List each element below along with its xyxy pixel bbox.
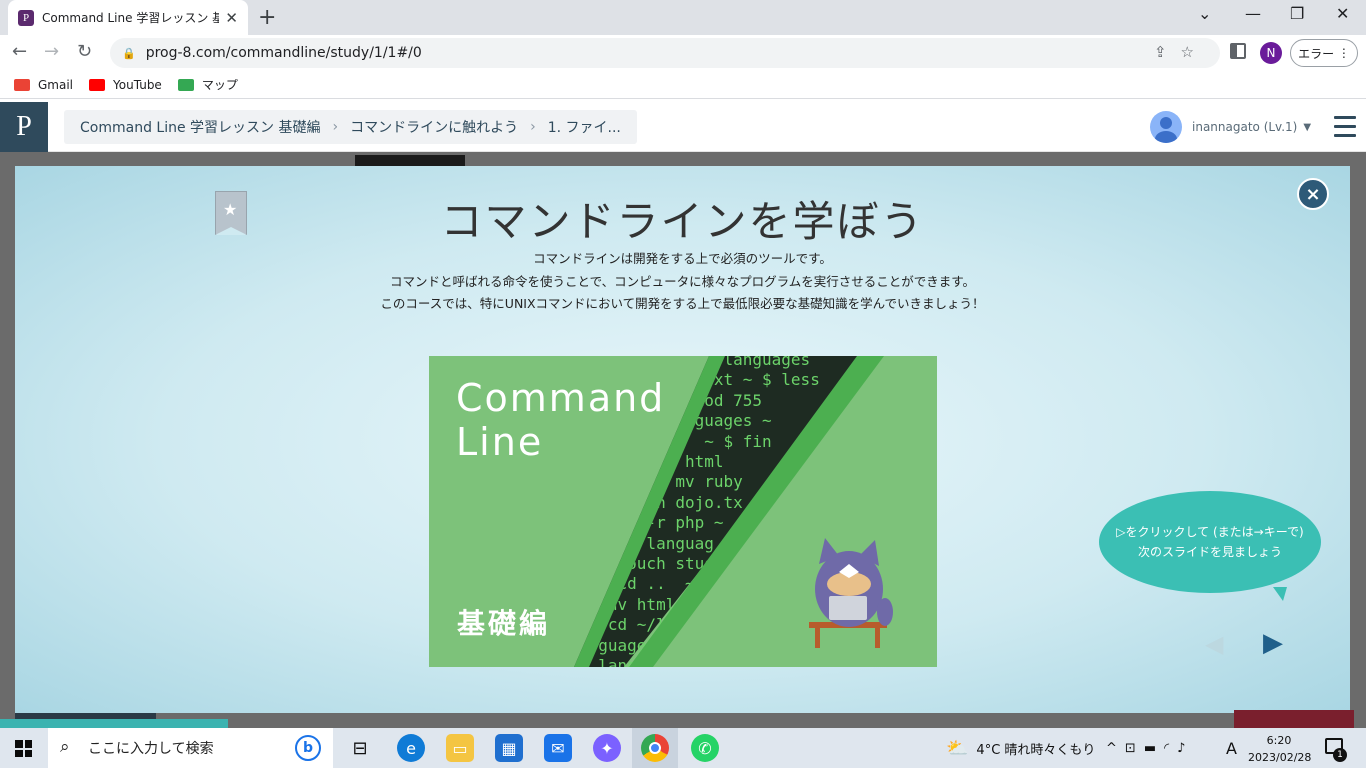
- browser-tab[interactable]: P Command Line 学習レッスン 基礎 ✕: [8, 0, 248, 35]
- slide-description: コマンドラインは開発をする上で必須のツールです。 コマンドと呼ばれる命令を使うこ…: [15, 248, 1350, 316]
- cover-title: Command Line: [456, 376, 665, 464]
- user-menu[interactable]: inannagato (Lv.1) ▼: [1150, 111, 1311, 143]
- lock-icon[interactable]: 🔒: [122, 47, 136, 60]
- progate-logo[interactable]: P: [0, 102, 48, 152]
- whatsapp-icon[interactable]: ✆: [691, 734, 719, 762]
- bookmark-label: マップ: [201, 78, 238, 92]
- bookmark-label: YouTube: [113, 77, 162, 92]
- copilot-icon[interactable]: ✦: [593, 734, 621, 762]
- hint-line: 次のスライドを見ましょう: [1137, 545, 1282, 559]
- cover-title-line: Command: [456, 376, 666, 420]
- browser-tab-strip: P Command Line 学習レッスン 基礎 ✕ + ⌄ — ❐ ✕: [0, 0, 1366, 35]
- breadcrumb-chapter[interactable]: コマンドラインに触れよう: [350, 117, 518, 137]
- bookmark-youtube[interactable]: YouTube: [89, 78, 162, 92]
- edge-icon[interactable]: e: [397, 734, 425, 762]
- slide-title: コマンドラインを学ぼう: [440, 197, 925, 246]
- profile-avatar[interactable]: N: [1260, 42, 1282, 64]
- battery-icon[interactable]: ▬: [1144, 741, 1164, 756]
- bookmarks-bar: Gmail YouTube マップ: [0, 71, 1366, 99]
- windows-start-icon[interactable]: [15, 740, 32, 757]
- minimize-button[interactable]: —: [1245, 4, 1261, 23]
- wifi-icon[interactable]: ◜: [1164, 741, 1177, 756]
- breadcrumb: Command Line 学習レッスン 基礎編 › コマンドラインに触れよう ›…: [64, 110, 637, 144]
- file-explorer-icon[interactable]: ▭: [446, 734, 474, 762]
- desc-line: コマンドと呼ばれる命令を使うことで、コンピュータに様々なプログラムを実行させるこ…: [389, 273, 975, 289]
- mail-icon[interactable]: ✉: [544, 734, 572, 762]
- lesson-progress-bar: [0, 719, 228, 728]
- weather-text: 4°C 晴れ時々くもり: [976, 742, 1096, 758]
- close-window-button[interactable]: ✕: [1336, 4, 1349, 23]
- prev-slide-button[interactable]: ◀: [1205, 630, 1223, 658]
- background-action-button: [1234, 710, 1354, 728]
- task-view-icon[interactable]: ⊟: [346, 734, 374, 762]
- caret-down-icon: ▼: [1303, 121, 1312, 133]
- windows-taskbar: ⌕ ここに入力して検索 b ⊟ e ▭ ▦ ✉ ✦ ✆ ⛅ 4°C 晴れ時々くも…: [0, 728, 1366, 768]
- desc-line: コマンドラインは開発をする上で必須のツールです。: [533, 251, 832, 266]
- ime-indicator[interactable]: A: [1226, 728, 1237, 768]
- cover-subtitle: 基礎編: [457, 607, 551, 640]
- clock-date: 2023/02/28: [1248, 751, 1312, 764]
- back-button[interactable]: ←: [12, 41, 27, 62]
- bookmark-gmail[interactable]: Gmail: [14, 78, 73, 92]
- address-bar[interactable]: 🔒 prog-8.com/commandline/study/1/1#/0 ⇪☆: [110, 38, 1220, 68]
- reload-button[interactable]: ↻: [77, 41, 92, 62]
- chevron-up-icon[interactable]: ^: [1106, 741, 1125, 756]
- gmail-icon: [14, 78, 30, 91]
- meet-now-icon[interactable]: ⊡: [1125, 741, 1144, 756]
- volume-icon[interactable]: ♪: [1177, 741, 1193, 756]
- intro-slide-modal: ★ コマンドラインを学ぼう コマンドラインは開発をする上で必須のツールです。 コ…: [15, 166, 1350, 713]
- hint-line: ▷をクリックして (または→キーで): [1116, 525, 1304, 539]
- bookmark-maps[interactable]: マップ: [177, 76, 238, 93]
- tab-title: Command Line 学習レッスン 基礎: [42, 11, 220, 25]
- breadcrumb-course[interactable]: Command Line 学習レッスン 基礎編: [80, 117, 320, 137]
- weather-widget[interactable]: ⛅ 4°C 晴れ時々くもり: [946, 728, 1095, 768]
- search-placeholder: ここに入力して検索: [88, 741, 214, 757]
- bing-icon[interactable]: b: [295, 735, 321, 761]
- system-tray-icons[interactable]: ^ ⊡ ▬ ◜ ♪: [1106, 728, 1193, 768]
- close-modal-button[interactable]: ×: [1297, 178, 1329, 210]
- user-avatar: [1150, 111, 1182, 143]
- desc-line: このコースでは、特にUNIXコマンドにおいて開発をする上で最低限必要な基礎知識を…: [380, 296, 985, 311]
- course-cover-image: $ cd languages study.txt ~ $ less ~ $ ch…: [429, 356, 937, 667]
- url-text: prog-8.com/commandline/study/1/1#/0: [145, 45, 422, 61]
- hint-speech-bubble: ▷をクリックして (または→キーで) 次のスライドを見ましょう: [1099, 491, 1321, 601]
- maps-icon: [177, 78, 194, 91]
- progate-favicon-icon: P: [18, 9, 34, 26]
- new-tab-button[interactable]: +: [258, 5, 276, 30]
- youtube-icon: [89, 78, 106, 91]
- side-panel-icon[interactable]: [1230, 43, 1246, 59]
- user-name: inannagato (Lv.1): [1192, 120, 1298, 134]
- breadcrumb-lesson[interactable]: 1. ファイ...: [548, 117, 621, 137]
- cover-title-line: Line: [456, 420, 544, 464]
- share-bookmark-icons[interactable]: ⇪☆: [1154, 43, 1208, 61]
- taskbar-clock[interactable]: 6:20 2023/02/28: [1248, 732, 1312, 766]
- browser-toolbar: ← → ↻ 🔒 prog-8.com/commandline/study/1/1…: [0, 35, 1366, 71]
- site-header: P Command Line 学習レッスン 基礎編 › コマンドラインに触れよう…: [0, 102, 1366, 152]
- tab-search-icon[interactable]: ⌄: [1198, 4, 1211, 23]
- ninja-cat-mascot-icon: [809, 538, 893, 648]
- close-tab-icon[interactable]: ✕: [225, 9, 238, 27]
- weather-sun-cloud-icon: ⛅: [946, 737, 969, 759]
- taskbar-search[interactable]: ⌕ ここに入力して検索 b: [48, 728, 333, 768]
- restore-button[interactable]: ❐: [1290, 4, 1304, 23]
- notification-badge: 1: [1333, 748, 1347, 762]
- chrome-icon[interactable]: [641, 734, 669, 762]
- forward-button[interactable]: →: [44, 41, 59, 62]
- hamburger-menu-icon[interactable]: [1334, 116, 1356, 143]
- next-slide-button[interactable]: ▶: [1263, 628, 1283, 658]
- chevron-right-icon: ›: [530, 119, 536, 135]
- ms-store-icon[interactable]: ▦: [495, 734, 523, 762]
- error-button[interactable]: エラー ⋮: [1290, 39, 1358, 67]
- chevron-right-icon: ›: [332, 119, 339, 135]
- clock-time: 6:20: [1266, 734, 1292, 747]
- bookmark-label: Gmail: [38, 77, 74, 92]
- search-icon: ⌕: [60, 737, 70, 757]
- error-button-label: エラー: [1298, 46, 1335, 61]
